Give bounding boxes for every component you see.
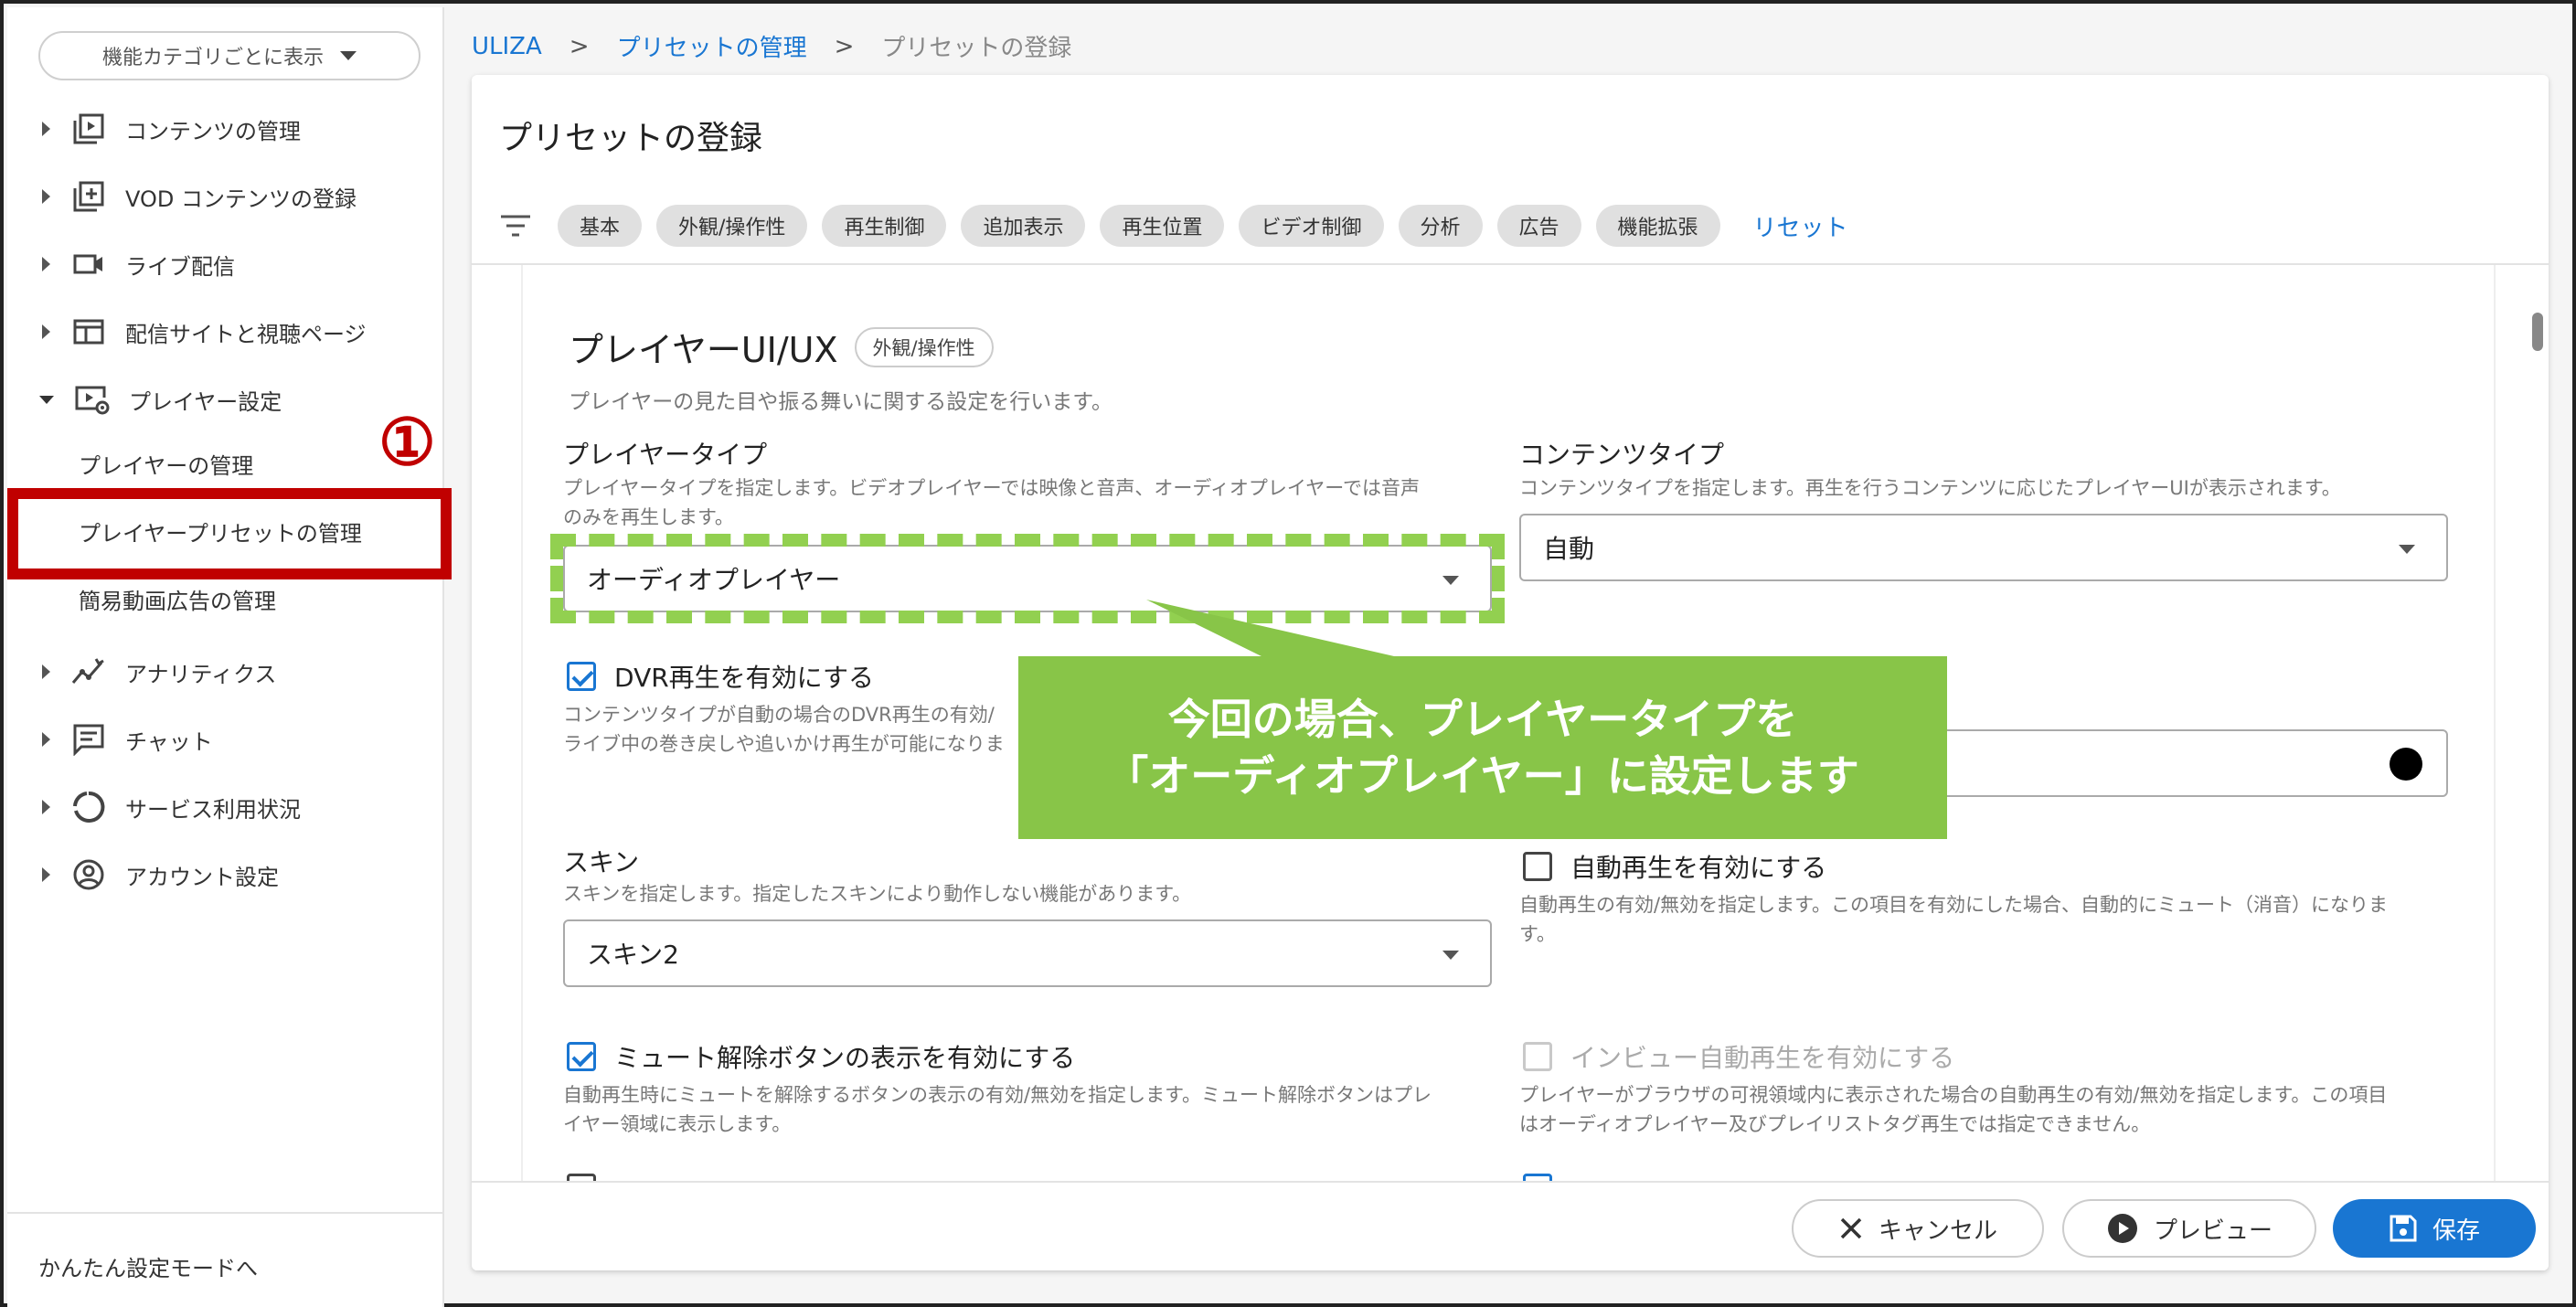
callout-pointer xyxy=(1146,600,1402,658)
callout-line1: 今回の場合、プレイヤータイプを xyxy=(1167,695,1798,744)
callout-line2: 「オーディオプレイヤー」に設定します xyxy=(1106,751,1859,801)
annotation-callout: 今回の場合、プレイヤータイプを 「オーディオプレイヤー」に設定します xyxy=(1018,656,1947,839)
screen-frame: 機能カテゴリごとに表示 コンテンツの管理 VOD コンテンツの登録 ライブ配信 xyxy=(0,0,2576,1307)
